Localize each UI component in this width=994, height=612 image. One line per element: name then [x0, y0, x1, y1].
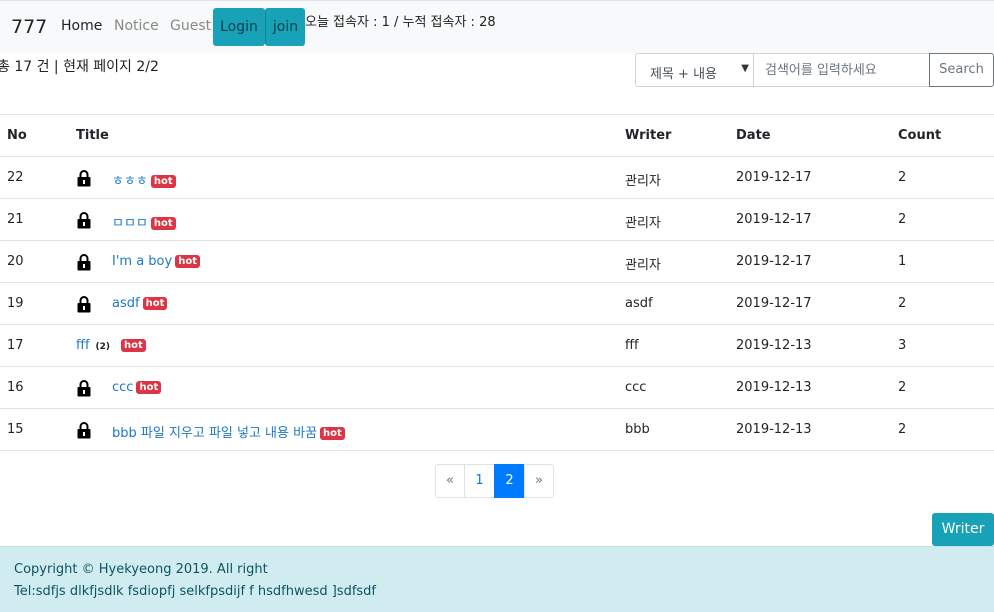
hot-badge: hot	[150, 175, 176, 188]
post-title-cell: fff (2) hot	[76, 338, 146, 353]
header-count: Count	[898, 128, 942, 143]
post-title-cell: ccc hot	[112, 380, 162, 395]
search-type-value: 제목 + 내용	[650, 67, 717, 82]
hot-badge: hot	[142, 297, 168, 310]
hot-badge: hot	[175, 255, 200, 268]
post-title-link[interactable]: bbb 파일 지우고 파일 넣고 내용 바꿈	[112, 426, 317, 441]
page-prev-button[interactable]: «	[435, 464, 465, 498]
post-no: 16	[7, 380, 24, 395]
table-row: 22 ㅎㅎㅎ hot 관리자 2019-12-17 2	[0, 156, 994, 198]
page-1-button[interactable]: 1	[464, 464, 495, 498]
table-row: 19 asdf hot asdf 2019-12-17 2	[0, 282, 994, 324]
login-button[interactable]: Login	[213, 8, 265, 46]
board-table: No Title Writer Date Count 22 ㅎㅎㅎ hot 관리자 20…	[0, 114, 994, 451]
header-no: No	[7, 128, 27, 143]
footer: Copyright © Hyekyeong 2019. All right Te…	[0, 546, 994, 612]
post-title-link[interactable]: ccc	[112, 380, 133, 395]
post-count: 2	[898, 422, 907, 437]
nav-guest-link[interactable]: Guest	[170, 18, 211, 34]
post-title-cell: asdf hot	[112, 296, 168, 311]
nav-home-link[interactable]: Home	[61, 18, 102, 34]
post-count: 2	[898, 380, 907, 395]
post-title-link[interactable]: ㅁㅁㅁ	[112, 216, 148, 231]
post-no: 22	[7, 170, 24, 185]
post-writer: fff	[625, 338, 639, 353]
post-title-cell: ㅎㅎㅎ hot	[112, 170, 176, 189]
header-date: Date	[736, 128, 771, 143]
post-count: 3	[898, 338, 907, 353]
visitor-stats: 오늘 접속자 : 1 / 누적 접속자 : 28	[305, 15, 496, 30]
post-title-cell: ㅁㅁㅁ hot	[112, 212, 176, 231]
post-writer: 관리자	[625, 216, 661, 231]
hot-badge: hot	[136, 381, 162, 394]
table-header: No Title Writer Date Count	[0, 114, 994, 156]
search-type-select[interactable]: 제목 + 내용 ▼	[635, 53, 754, 87]
search-input[interactable]	[753, 53, 930, 87]
table-row: 21 ㅁㅁㅁ hot 관리자 2019-12-17 2	[0, 198, 994, 240]
post-date: 2019-12-13	[736, 380, 812, 395]
post-title-link[interactable]: fff	[76, 338, 90, 353]
write-post-button[interactable]: Writer	[932, 513, 994, 546]
table-bottom-border	[0, 450, 994, 451]
post-title-link[interactable]: asdf	[112, 296, 140, 311]
post-count: 2	[898, 212, 907, 227]
navbar: 777 Home Notice Guest Login join 오늘 접속자 …	[0, 0, 994, 53]
post-date: 2019-12-17	[736, 296, 812, 311]
footer-copyright: Copyright © Hyekyeong 2019. All right	[14, 562, 268, 577]
post-no: 15	[7, 422, 24, 437]
post-summary: 총 17 건 | 현재 페이지 2/2	[0, 59, 159, 75]
lock-icon	[77, 169, 91, 191]
footer-tel: Tel:sdfjs dlkfjsdlk fsdiopfj selkfpsdijf…	[14, 584, 377, 599]
table-row: 16 ccc hot ccc 2019-12-13 2	[0, 366, 994, 408]
hot-badge: hot	[121, 339, 146, 352]
join-button[interactable]: join	[265, 8, 305, 46]
lock-icon	[77, 295, 91, 317]
pagination: « 1 2 »	[435, 464, 554, 498]
post-title-cell: I'm a boy hot	[112, 254, 200, 269]
table-body: 22 ㅎㅎㅎ hot 관리자 2019-12-17 2 21 ㅁㅁㅁ hot 관리자 2019-12…	[0, 156, 994, 450]
post-count: 2	[898, 296, 907, 311]
post-title-link[interactable]: ㅎㅎㅎ	[112, 174, 148, 189]
nav-notice-link[interactable]: Notice	[114, 18, 159, 34]
header-writer: Writer	[625, 128, 672, 143]
post-date: 2019-12-13	[736, 422, 812, 437]
page-next-button[interactable]: »	[524, 464, 554, 498]
post-count: 1	[898, 254, 907, 269]
post-title-cell: bbb 파일 지우고 파일 넣고 내용 바꿈 hot	[112, 422, 345, 441]
table-row: 20 I'm a boy hot 관리자 2019-12-17 1	[0, 240, 994, 282]
reply-count: (2)	[95, 342, 111, 352]
post-writer: bbb	[625, 422, 650, 437]
post-no: 20	[7, 254, 24, 269]
post-writer: 관리자	[625, 174, 661, 189]
post-writer: 관리자	[625, 258, 661, 273]
post-title-link[interactable]: I'm a boy	[112, 254, 172, 269]
hot-badge: hot	[150, 217, 176, 230]
lock-icon	[77, 211, 91, 233]
lock-icon	[77, 379, 91, 401]
post-writer: ccc	[625, 380, 647, 395]
chevron-down-icon: ▼	[741, 63, 749, 74]
post-count: 2	[898, 170, 907, 185]
brand-logo[interactable]: 777	[11, 16, 47, 38]
search-button[interactable]: Search	[929, 53, 994, 87]
hot-badge: hot	[320, 427, 345, 440]
post-no: 21	[7, 212, 24, 227]
post-date: 2019-12-17	[736, 212, 812, 227]
post-no: 19	[7, 296, 24, 311]
table-row: 15 bbb 파일 지우고 파일 넣고 내용 바꿈 hot bbb 2019-12-13…	[0, 408, 994, 450]
post-date: 2019-12-17	[736, 254, 812, 269]
post-date: 2019-12-13	[736, 338, 812, 353]
post-no: 17	[7, 338, 24, 353]
post-date: 2019-12-17	[736, 170, 812, 185]
lock-icon	[77, 421, 91, 443]
header-title: Title	[76, 128, 109, 143]
post-writer: asdf	[625, 296, 653, 311]
table-row: 17 fff (2) hot fff 2019-12-13 3	[0, 324, 994, 366]
lock-icon	[77, 253, 91, 275]
page-2-button[interactable]: 2	[494, 464, 525, 498]
